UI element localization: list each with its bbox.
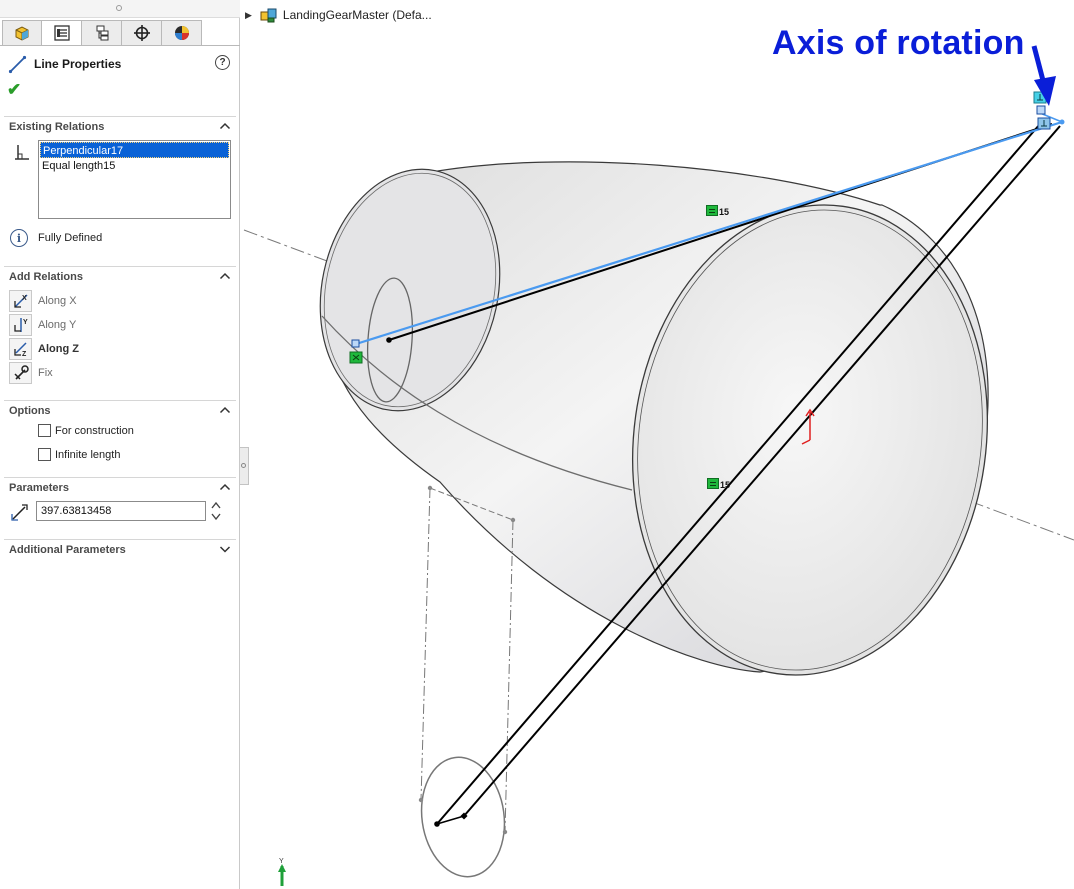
along-z-label: Along Z [38,343,79,355]
help-icon[interactable]: ? [215,55,230,70]
endpoint-handle[interactable] [1059,119,1065,125]
infinite-length-label: Infinite length [55,448,121,461]
for-construction-option[interactable]: For construction [38,424,134,437]
ok-check-button[interactable]: ✔ [7,80,21,100]
construction-line-left [420,487,431,801]
tab-property-manager[interactable] [42,20,82,46]
along-y-icon: Y [9,314,32,336]
sketch-point[interactable] [434,821,440,827]
existing-relations-title: Existing Relations [9,120,105,133]
appearance-icon [174,26,189,40]
construction-line-right [504,519,514,833]
tab-separator [0,45,240,46]
along-x-label: Along X [38,295,77,307]
tab-feature-manager[interactable] [2,20,42,46]
along-x-button[interactable]: X Along X [9,290,77,312]
expand-arrow-icon[interactable]: ▶ [245,10,252,21]
chevron-up-icon[interactable] [219,481,231,493]
tab-configuration-manager[interactable] [82,20,122,46]
model-name[interactable]: LandingGearMaster (Defa... [283,8,432,22]
for-construction-label: For construction [55,424,134,437]
endpoint-handle[interactable] [1036,105,1046,115]
along-x-icon: X [9,290,32,312]
options-header[interactable]: Options [4,400,236,420]
info-icon: i [10,229,28,247]
length-dimension-icon [11,504,28,521]
svg-text:Y: Y [23,319,28,326]
chevron-up-icon[interactable] [219,270,231,282]
svg-text:Z: Z [22,351,27,358]
along-z-icon: Z [9,338,32,360]
equal-relation-icon [707,478,719,489]
sketch-point[interactable] [418,797,424,803]
endpoint-handle[interactable] [351,339,360,348]
along-y-label: Along Y [38,319,77,331]
additional-parameters-title: Additional Parameters [9,543,126,556]
length-input[interactable]: 397.63813458 [36,501,206,521]
feature-tree-icon [15,26,29,41]
panel-grip[interactable] [0,0,240,18]
manager-tabs [2,20,202,46]
model-view[interactable]: Y [241,0,1074,889]
fix-label: Fix [38,367,53,379]
along-z-button[interactable]: Z Along Z [9,338,79,360]
parameters-title: Parameters [9,481,69,494]
add-relations-header[interactable]: Add Relations [4,266,236,286]
existing-relations-header[interactable]: Existing Relations [4,116,236,136]
infinite-length-option[interactable]: Infinite length [38,448,120,461]
property-manager-header: Line Properties ? [8,54,232,74]
sketch-point[interactable] [427,485,433,491]
existing-relations-list[interactable]: Perpendicular17 Equal length15 [38,140,231,219]
fix-icon [9,362,32,384]
page-title: Line Properties [34,57,122,71]
options-title: Options [9,404,51,417]
chevron-up-icon[interactable] [219,120,231,132]
equal-relation-tag[interactable]: 15 [706,204,729,217]
sketch-point[interactable] [510,517,516,523]
length-spinner[interactable] [210,500,222,522]
chevron-up-icon[interactable] [219,404,231,416]
assembly-icon [260,8,277,23]
tab-display-manager[interactable] [162,20,202,46]
triad-y-arrow [278,864,286,872]
infinite-length-checkbox[interactable] [38,448,51,461]
fix-button[interactable]: Fix [9,362,53,384]
relation-item-perpendicular[interactable]: Perpendicular17 [40,142,229,158]
additional-parameters-header[interactable]: Additional Parameters [4,539,236,559]
along-y-button[interactable]: Y Along Y [9,314,76,336]
line-icon [8,55,27,74]
equal-relation-number: 15 [719,207,730,217]
graphics-area[interactable]: Y 15 15 [241,0,1074,889]
axis-of-rotation-annotation: Axis of rotation [772,24,1025,62]
equal-relation-tag[interactable]: 15 [707,477,730,490]
tab-dimxpert-manager[interactable] [122,20,162,46]
add-relations-title: Add Relations [9,270,83,283]
definition-status: i Fully Defined [10,229,102,247]
triad-y-label: Y [279,858,284,865]
parameters-header[interactable]: Parameters [4,477,236,497]
perpendicular-relation-icon [15,145,29,160]
chevron-down-icon[interactable] [219,543,231,555]
property-manager-panel: Line Properties ? ✔ Existing Relations P… [0,0,240,889]
equal-relation-icon [706,205,718,216]
for-construction-checkbox[interactable] [38,424,51,437]
sketch-point[interactable] [386,337,392,343]
dimxpert-icon [133,25,150,41]
configuration-icon [96,25,108,41]
status-text: Fully Defined [38,232,103,244]
grip-dot-icon [116,5,122,11]
relation-item-equal-length[interactable]: Equal length15 [40,158,229,174]
svg-text:X: X [22,295,27,302]
property-manager-icon [53,25,70,41]
flyout-tree-root[interactable]: ▶ LandingGearMaster (Defa... [245,6,432,24]
sketch-point[interactable] [502,829,508,835]
equal-relation-number: 15 [720,480,731,490]
